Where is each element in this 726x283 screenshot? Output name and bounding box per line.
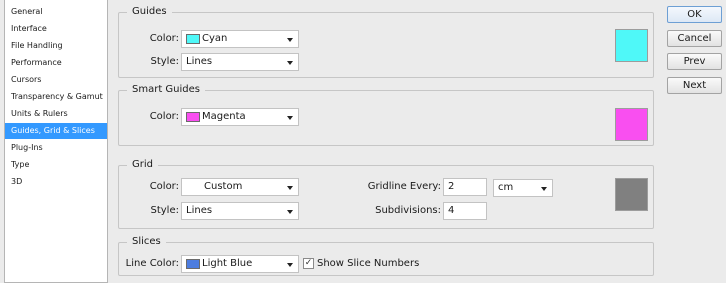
smart-guides-color-select[interactable]: Magenta [181, 108, 299, 126]
subdivisions-label: Subdivisions: [375, 205, 441, 216]
guides-style-label: Style: [150, 56, 180, 67]
guides-color-select[interactable]: Cyan [181, 30, 299, 48]
checkmark-icon: ✓ [304, 258, 313, 268]
chevron-down-icon [287, 61, 293, 65]
preferences-sidebar: General Interface File Handling Performa… [4, 0, 108, 283]
guides-color-label: Color: [149, 33, 179, 44]
cancel-button[interactable]: Cancel [667, 30, 722, 47]
sidebar-item-general[interactable]: General [5, 4, 107, 20]
sidebar-item-guides-grid-slices[interactable]: Guides, Grid & Slices [5, 123, 107, 139]
gridline-every-input[interactable]: 2 [443, 178, 487, 196]
sidebar-item-plug-ins[interactable]: Plug-Ins [5, 140, 107, 156]
grid-group: Grid Color: Custom Style: Lines Gridline… [118, 158, 654, 229]
guides-style-select[interactable]: Lines [181, 53, 299, 71]
chevron-down-icon [287, 38, 293, 42]
smart-guides-color-swatch-icon [186, 112, 200, 122]
gridline-unit-value: cm [498, 182, 514, 193]
grid-color-label: Color: [149, 181, 179, 192]
chevron-down-icon [287, 186, 293, 190]
subdivisions-input[interactable]: 4 [443, 202, 487, 220]
sidebar-item-file-handling[interactable]: File Handling [5, 38, 107, 54]
chevron-down-icon [287, 210, 293, 214]
grid-color-select[interactable]: Custom [181, 178, 299, 196]
guides-color-swatch-icon [186, 34, 200, 44]
slices-line-color-swatch-icon [186, 259, 200, 269]
sidebar-item-interface[interactable]: Interface [5, 21, 107, 37]
smart-guides-color-label: Color: [149, 111, 179, 122]
chevron-down-icon [541, 187, 547, 191]
sidebar-item-performance[interactable]: Performance [5, 55, 107, 71]
grid-style-value: Lines [186, 205, 213, 216]
grid-style-select[interactable]: Lines [181, 202, 299, 220]
slices-line-color-label: Line Color: [125, 258, 179, 269]
guides-style-value: Lines [186, 56, 213, 67]
show-slice-numbers-checkbox[interactable]: ✓ [303, 258, 314, 269]
guides-group-title: Guides [127, 5, 172, 19]
slices-line-color-value: Light Blue [202, 258, 253, 269]
sidebar-item-transparency-gamut[interactable]: Transparency & Gamut [5, 89, 107, 105]
sidebar-item-type[interactable]: Type [5, 157, 107, 173]
smart-guides-group: Smart Guides Color: Magenta [118, 83, 654, 146]
slices-group: Slices Line Color: Light Blue ✓ Show Sli… [118, 235, 654, 276]
smart-guides-color-value: Magenta [202, 111, 246, 122]
chevron-down-icon [287, 263, 293, 267]
grid-color-preview[interactable] [615, 178, 648, 211]
guides-group: Guides Color: Cyan Style: Lines [118, 5, 654, 78]
grid-color-value: Custom [204, 181, 243, 192]
grid-group-title: Grid [127, 158, 158, 172]
sidebar-item-3d[interactable]: 3D [5, 174, 107, 190]
slices-line-color-select[interactable]: Light Blue [181, 255, 299, 273]
gridline-unit-select[interactable]: cm [493, 179, 553, 197]
sidebar-item-units-rulers[interactable]: Units & Rulers [5, 106, 107, 122]
guides-color-preview[interactable] [615, 29, 648, 62]
smart-guides-color-preview[interactable] [615, 108, 648, 141]
next-button[interactable]: Next [667, 77, 722, 94]
guides-color-value: Cyan [202, 33, 228, 44]
sidebar-item-cursors[interactable]: Cursors [5, 72, 107, 88]
ok-button[interactable]: OK [667, 6, 722, 23]
smart-guides-group-title: Smart Guides [127, 83, 206, 97]
gridline-every-label: Gridline Every: [367, 181, 441, 192]
chevron-down-icon [287, 116, 293, 120]
grid-style-label: Style: [150, 205, 180, 216]
slices-group-title: Slices [127, 235, 166, 249]
prev-button[interactable]: Prev [667, 53, 722, 70]
show-slice-numbers-label: Show Slice Numbers [317, 258, 420, 269]
